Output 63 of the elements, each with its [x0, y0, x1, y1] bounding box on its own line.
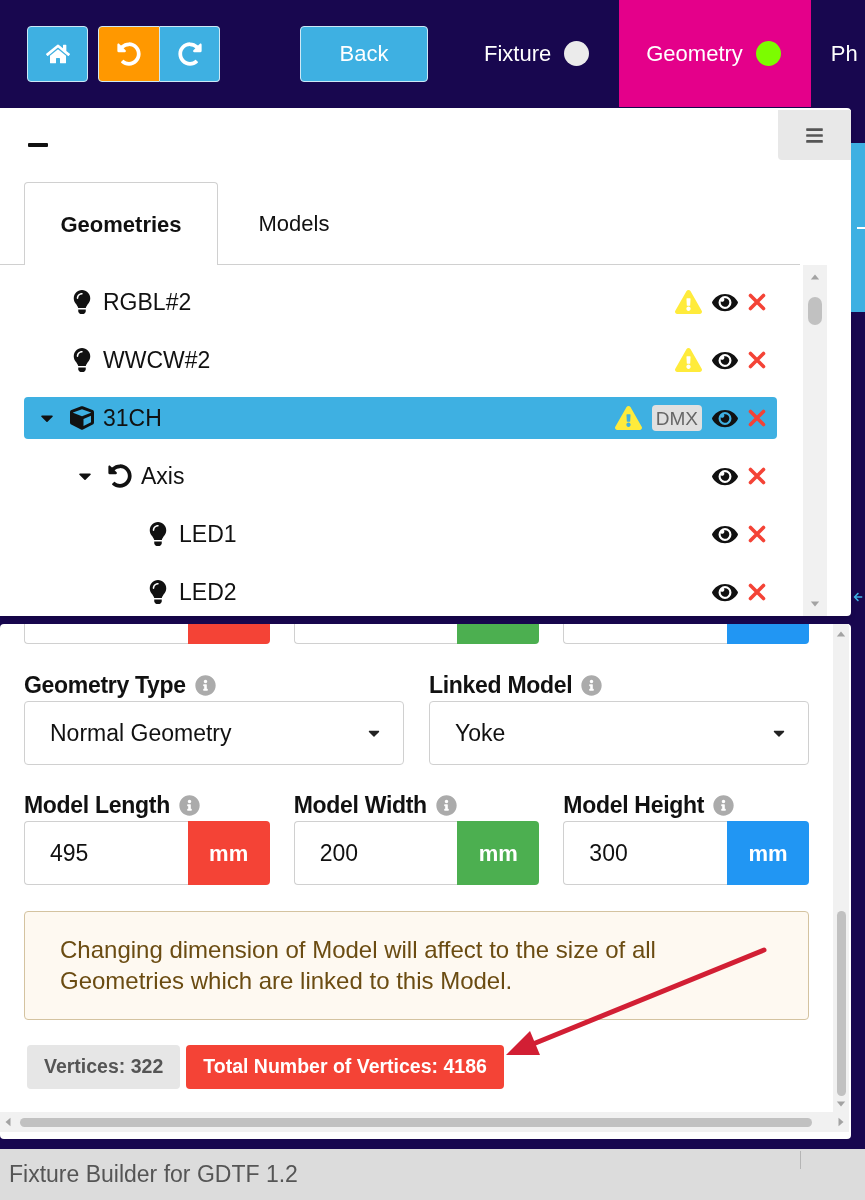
input-field[interactable]	[293, 624, 458, 644]
unit-addon: mm	[727, 821, 809, 885]
nav-tab[interactable]: Fixture	[457, 0, 620, 107]
select-field[interactable]: Normal Geometry	[24, 701, 404, 765]
info-icon[interactable]	[713, 794, 735, 816]
rotate-left-icon	[117, 41, 141, 66]
scroll-down-arrow-icon[interactable]	[810, 599, 820, 609]
info-icon[interactable]	[178, 794, 200, 816]
panel-tab[interactable]: Models	[218, 182, 370, 265]
alert-message: Changing dimension of Model will affect to the size of all Geometries which are linked to this Model.	[24, 911, 809, 1020]
scrollbar-thumb[interactable]	[836, 911, 846, 1096]
scrollbar-track[interactable]	[0, 1112, 849, 1132]
count-badge: Total Number of Vertices: 4186	[186, 1045, 504, 1089]
info-icon[interactable]	[581, 674, 603, 696]
menu-button[interactable]	[778, 110, 851, 160]
tag-badge: DMX	[651, 405, 702, 431]
unit-addon: mm	[457, 821, 540, 885]
nav-tab[interactable]: Ph	[810, 0, 858, 107]
minus-icon[interactable]	[28, 143, 48, 147]
lightbulb-icon	[149, 522, 167, 546]
select-field[interactable]: Yoke	[429, 701, 809, 765]
close-icon[interactable]	[748, 467, 766, 485]
lightbulb-icon	[73, 348, 91, 372]
home-button[interactable]	[27, 25, 88, 82]
redo-button[interactable]	[160, 25, 220, 82]
input-field[interactable]	[563, 624, 727, 644]
field-label: Model Width	[293, 790, 427, 820]
cube-icon	[70, 406, 94, 430]
scrollbar-track[interactable]	[803, 265, 827, 616]
scrollbar-thumb[interactable]	[808, 297, 822, 325]
info-icon[interactable]	[435, 794, 457, 816]
field-label: Model Height	[563, 790, 705, 820]
close-icon[interactable]	[748, 525, 766, 543]
scrollbar-thumb[interactable]	[20, 1117, 812, 1127]
scroll-up-arrow-icon[interactable]	[810, 272, 820, 282]
input-field[interactable]	[24, 624, 188, 644]
input-field[interactable]: 495	[24, 821, 188, 885]
menu-icon	[805, 125, 824, 145]
status-text: Fixture Builder for GDTF 1.2	[8, 1160, 298, 1190]
scroll-right-arrow-icon[interactable]	[836, 1117, 846, 1127]
lightbulb-icon	[73, 290, 91, 314]
field-label: Model Length	[24, 790, 170, 820]
close-icon[interactable]	[748, 409, 766, 427]
panel-tab[interactable]: Geometries	[24, 182, 218, 265]
field-label: Geometry Type	[24, 670, 186, 700]
undo-button[interactable]	[98, 25, 160, 82]
lightbulb-icon	[149, 580, 167, 604]
arrow-left-icon[interactable]	[852, 592, 864, 602]
scrollbar-track[interactable]	[833, 624, 849, 1112]
field-label: Linked Model	[429, 670, 573, 700]
scroll-left-arrow-icon[interactable]	[3, 1117, 13, 1127]
unit-addon: mm	[187, 821, 270, 885]
close-icon[interactable]	[748, 293, 766, 311]
nav-tab[interactable]: Geometry	[619, 0, 811, 107]
close-icon[interactable]	[748, 583, 766, 601]
count-badge: Vertices: 322	[27, 1045, 181, 1089]
rotate-left-icon	[108, 464, 132, 488]
rotate-right-icon	[177, 41, 202, 66]
tree-item[interactable]: 31CH DMX	[24, 397, 777, 439]
close-icon[interactable]	[748, 351, 766, 369]
scroll-up-arrow-icon[interactable]	[836, 629, 846, 639]
info-icon[interactable]	[194, 674, 216, 696]
scroll-down-arrow-icon[interactable]	[836, 1099, 846, 1109]
